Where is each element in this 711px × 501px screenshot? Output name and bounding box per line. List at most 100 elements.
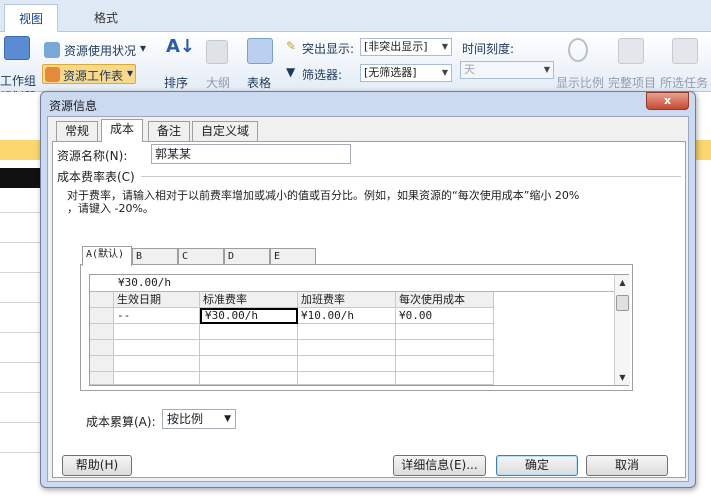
grid-cell[interactable]: [200, 340, 298, 356]
resource-info-dialog: 资源信息 x 常规 成本 备注 自定义域 资源名称(N): 郭某某 成本费率表(…: [40, 91, 696, 488]
chevron-down-icon: ▼: [543, 65, 551, 74]
ribbon-tab-bar: 视图 格式: [0, 0, 711, 32]
help-button[interactable]: 帮助(H): [62, 455, 132, 476]
table-icon: [247, 38, 273, 64]
filter-icon: ▼: [286, 65, 296, 79]
chevron-down-icon: ▾: [140, 41, 147, 55]
filter-label: 筛选器:: [302, 68, 343, 82]
highlight-value: [非突出显示]: [364, 40, 428, 53]
cell-overtime-rate[interactable]: ¥10.00/h: [298, 308, 396, 324]
row-header: [90, 324, 114, 340]
selected-tasks-button[interactable]: 所选任务: [660, 74, 708, 91]
scroll-up-arrow-icon[interactable]: ▲: [615, 275, 630, 290]
table-button[interactable]: 表格: [247, 74, 271, 91]
ribbon: 工作组 规划器 资源使用状况 ▾ 资源工作表 ▾ A↓ 排序 大纲 表格 ✎ 突…: [0, 32, 711, 104]
details-button[interactable]: 详细信息(E)...: [393, 455, 486, 476]
grid-cell[interactable]: [396, 356, 494, 372]
entire-project-button[interactable]: 完整项目: [608, 74, 656, 91]
highlight-select[interactable]: [非突出显示] ▼: [360, 38, 452, 56]
timescale-label: 时间刻度:: [462, 42, 515, 56]
row-header: [90, 356, 114, 372]
scroll-thumb[interactable]: [616, 295, 629, 311]
dialog-client: 常规 成本 备注 自定义域 资源名称(N): 郭某某 成本费率表(C) 对于费率…: [47, 116, 689, 482]
grid-cell[interactable]: [114, 324, 200, 340]
resource-sheet-label: 资源工作表: [63, 69, 124, 83]
tab-rate-c[interactable]: C: [178, 248, 224, 265]
dialog-title: 资源信息: [49, 99, 98, 113]
grid-edit-value: ¥30.00/h: [118, 276, 171, 289]
tab-rate-b[interactable]: B: [132, 248, 178, 265]
outline-icon: [206, 40, 228, 64]
filter-value: [无筛选器]: [364, 66, 417, 79]
ribbon-tab-view[interactable]: 视图: [4, 4, 59, 32]
cost-rate-table-label: 成本费率表(C): [57, 170, 135, 184]
resource-sheet-icon: [45, 67, 60, 82]
zoom-icon: [568, 38, 588, 62]
resource-sheet-button[interactable]: 资源工作表 ▾: [42, 64, 136, 84]
team-planner-icon: [4, 36, 30, 60]
grid-cell[interactable]: [200, 324, 298, 340]
row-header: [90, 372, 114, 385]
grid-cell[interactable]: [396, 340, 494, 356]
grid-cell[interactable]: [200, 356, 298, 372]
row-header: [90, 340, 114, 356]
grid-cell[interactable]: [114, 356, 200, 372]
grid-vertical-scrollbar[interactable]: ▲ ▼: [614, 275, 630, 385]
highlight-label: 突出显示:: [302, 42, 355, 56]
cancel-button[interactable]: 取消: [586, 455, 668, 476]
grid-cell[interactable]: [298, 356, 396, 372]
grid-cell[interactable]: [396, 372, 494, 385]
tab-rate-e[interactable]: E: [270, 248, 316, 265]
grid-cell[interactable]: [298, 372, 396, 385]
timescale-value: 天: [464, 63, 475, 76]
selected-tasks-icon: [672, 38, 698, 64]
zoom-button[interactable]: 显示比例: [556, 74, 604, 91]
column-header-standard-rate: 标准费率: [200, 292, 298, 308]
timescale-select[interactable]: 天 ▼: [460, 61, 554, 79]
tab-general[interactable]: 常规: [56, 121, 99, 141]
chevron-down-icon: ▼: [441, 68, 449, 77]
row-header: [90, 308, 114, 324]
filter-select[interactable]: [无筛选器] ▼: [360, 64, 452, 82]
scroll-down-arrow-icon[interactable]: ▼: [615, 370, 630, 385]
cost-accrual-value: 按比例: [167, 412, 204, 426]
resource-usage-icon: [44, 42, 60, 58]
grid-cell[interactable]: [114, 372, 200, 385]
cell-standard-rate[interactable]: ¥30.00/h: [200, 308, 298, 324]
column-header-effective-date: 生效日期: [114, 292, 200, 308]
instructions-line-2: ，请键入 -20%。: [67, 202, 154, 215]
grid-cell[interactable]: [396, 324, 494, 340]
ok-button[interactable]: 确定: [496, 455, 578, 476]
chevron-down-icon: ▾: [127, 66, 134, 80]
cost-rate-grid[interactable]: ¥30.00/h 生效日期 标准费率 加班费率 每次使用成本 -- ¥30.00…: [89, 274, 630, 386]
tab-notes[interactable]: 备注: [148, 121, 191, 141]
cost-accrual-label: 成本累算(A):: [86, 415, 156, 429]
team-planner-label-1[interactable]: 工作组: [0, 72, 36, 89]
tab-cost[interactable]: 成本: [101, 119, 144, 142]
grid-cell[interactable]: [114, 340, 200, 356]
chevron-down-icon: ▼: [441, 42, 449, 51]
resource-usage-button[interactable]: 资源使用状况: [64, 42, 136, 59]
grid-corner: [90, 292, 114, 308]
cell-effective-date[interactable]: --: [114, 308, 200, 324]
close-button[interactable]: x: [646, 92, 689, 110]
cost-accrual-select[interactable]: 按比例 ▼: [162, 409, 236, 429]
grid-cell[interactable]: [200, 372, 298, 385]
column-header-cost-per-use: 每次使用成本: [396, 292, 494, 308]
outline-button[interactable]: 大纲: [206, 74, 230, 91]
highlight-icon: ✎: [286, 39, 297, 53]
chevron-down-icon: ▼: [224, 414, 231, 424]
resource-name-label: 资源名称(N):: [57, 149, 128, 163]
tab-custom-fields[interactable]: 自定义域: [192, 121, 259, 141]
grid-cell[interactable]: [298, 324, 396, 340]
tab-rate-a[interactable]: A(默认): [82, 246, 132, 266]
resource-name-field[interactable]: 郭某某: [151, 144, 351, 164]
sort-button[interactable]: 排序: [164, 74, 188, 91]
ribbon-tab-format[interactable]: 格式: [80, 4, 132, 32]
tab-rate-d[interactable]: D: [224, 248, 270, 265]
grid-cell[interactable]: [298, 340, 396, 356]
column-header-overtime-rate: 加班费率: [298, 292, 396, 308]
cell-cost-per-use[interactable]: ¥0.00: [396, 308, 494, 324]
grid-edit-bar[interactable]: ¥30.00/h: [90, 275, 630, 292]
sort-icon: A↓: [166, 36, 196, 57]
